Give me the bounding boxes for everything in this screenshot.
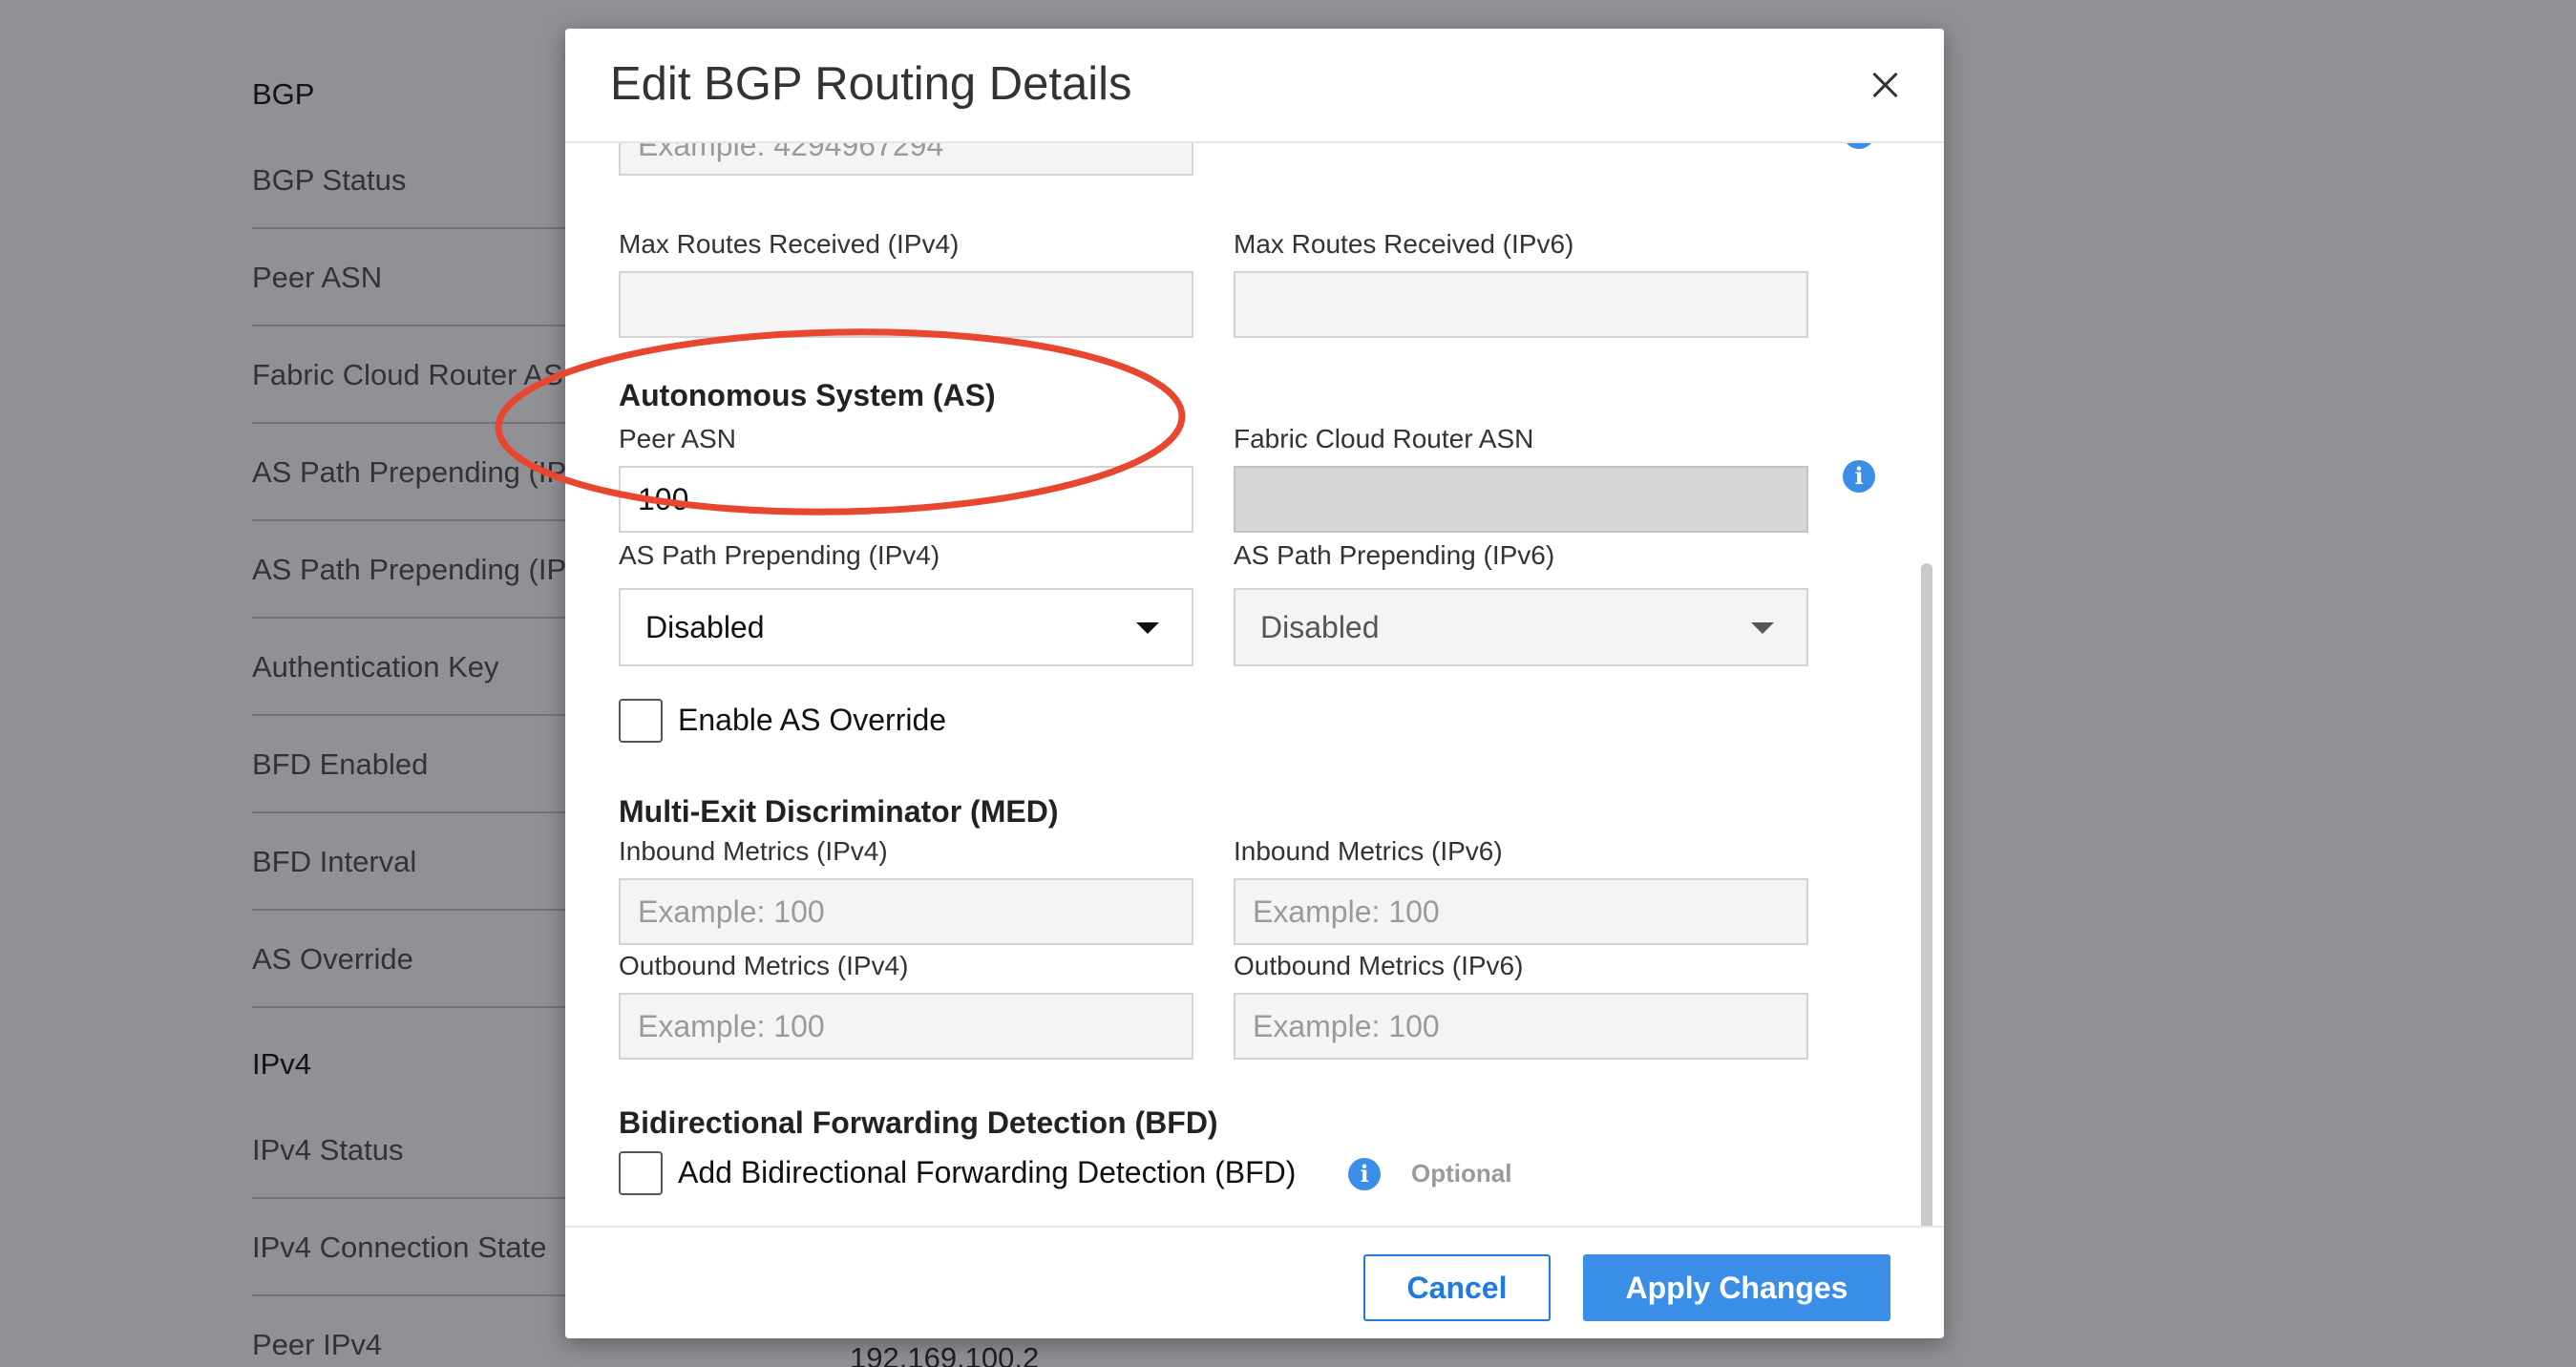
max-routes-ipv6-label: Max Routes Received (IPv6)	[1234, 229, 1574, 259]
inbound-ipv4-input[interactable]: Example: 100	[619, 878, 1193, 945]
fcr-asn-info-icon[interactable]: i	[1843, 460, 1875, 493]
inbound-ipv6-label: Inbound Metrics (IPv6)	[1234, 836, 1503, 866]
outbound-ipv6-placeholder: Example: 100	[1253, 1008, 1440, 1043]
scrollbar-thumb[interactable]	[1921, 563, 1932, 1251]
top-field-placeholder: Example: 4294967294	[638, 143, 944, 162]
outbound-ipv4-label: Outbound Metrics (IPv4)	[619, 951, 909, 980]
outbound-ipv4-placeholder: Example: 100	[638, 1008, 825, 1043]
outbound-ipv6-label: Outbound Metrics (IPv6)	[1234, 951, 1524, 980]
chevron-down-icon	[1751, 622, 1774, 634]
max-routes-ipv4-input[interactable]	[619, 271, 1193, 338]
fcr-asn-label: Fabric Cloud Router ASN	[1234, 424, 1534, 453]
inbound-ipv4-label: Inbound Metrics (IPv4)	[619, 836, 888, 866]
close-icon[interactable]	[1864, 65, 1906, 107]
outbound-ipv6-input[interactable]: Example: 100	[1234, 993, 1808, 1060]
inbound-ipv4-placeholder: Example: 100	[638, 894, 825, 929]
bfd-info-icon[interactable]: i	[1348, 1158, 1381, 1190]
modal-title: Edit BGP Routing Details	[610, 58, 1132, 110]
inbound-ipv6-placeholder: Example: 100	[1253, 894, 1440, 929]
modal-header: Edit BGP Routing Details	[565, 29, 1944, 143]
prepending-ipv4-value: Disabled	[645, 609, 765, 644]
as-override-checkbox[interactable]	[619, 699, 663, 743]
inbound-ipv6-input[interactable]: Example: 100	[1234, 878, 1808, 945]
prepending-ipv4-label: AS Path Prepending (IPv4)	[619, 540, 940, 570]
chevron-down-icon	[1136, 622, 1159, 634]
bfd-section-title: Bidirectional Forwarding Detection (BFD)	[619, 1105, 1218, 1140]
fcr-asn-input	[1234, 466, 1808, 533]
prepending-ipv6-select: Disabled	[1234, 588, 1808, 666]
edit-bgp-modal: Edit BGP Routing Details Example: 429496…	[565, 29, 1944, 1338]
prepending-ipv4-select[interactable]: Disabled	[619, 588, 1193, 666]
prepending-ipv6-label: AS Path Prepending (IPv6)	[1234, 540, 1555, 570]
med-section-title: Multi-Exit Discriminator (MED)	[619, 794, 1059, 829]
as-override-label[interactable]: Enable AS Override	[678, 703, 946, 738]
cancel-button[interactable]: Cancel	[1363, 1254, 1551, 1321]
bfd-checkbox-label[interactable]: Add Bidirectional Forwarding Detection (…	[678, 1155, 1296, 1190]
modal-body[interactable]: Example: 4294967294 i Max Routes Receive…	[565, 143, 1944, 1255]
modal-footer: Cancel Apply Changes	[565, 1226, 1944, 1338]
top-field-input[interactable]: Example: 4294967294	[619, 143, 1193, 176]
as-section-title: Autonomous System (AS)	[619, 378, 996, 412]
info-icon[interactable]: i	[1843, 143, 1875, 149]
outbound-ipv4-input[interactable]: Example: 100	[619, 993, 1193, 1060]
max-routes-ipv6-input[interactable]	[1234, 271, 1808, 338]
peer-asn-input[interactable]: 100	[619, 466, 1193, 533]
bfd-optional-tag: Optional	[1411, 1159, 1512, 1188]
peer-asn-label: Peer ASN	[619, 424, 736, 453]
max-routes-ipv4-label: Max Routes Received (IPv4)	[619, 229, 960, 259]
apply-changes-button[interactable]: Apply Changes	[1583, 1254, 1890, 1321]
prepending-ipv6-value: Disabled	[1260, 609, 1380, 644]
bfd-checkbox[interactable]	[619, 1151, 663, 1195]
